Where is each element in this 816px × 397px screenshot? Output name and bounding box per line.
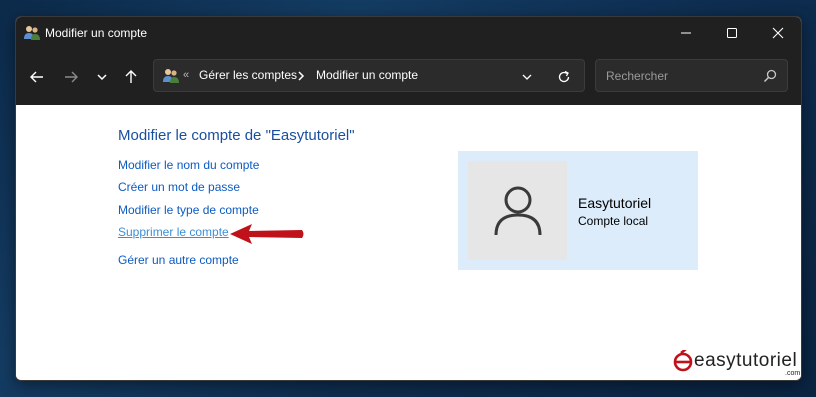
chevron-right-icon[interactable] xyxy=(296,69,306,87)
search-box[interactable] xyxy=(595,59,788,92)
change-account-type-link[interactable]: Modifier le type de compte xyxy=(118,203,259,217)
refresh-icon xyxy=(558,70,570,83)
close-icon xyxy=(772,27,784,39)
manage-another-account-link[interactable]: Gérer un autre compte xyxy=(118,253,239,267)
close-button[interactable] xyxy=(755,17,801,49)
logo-icon xyxy=(673,350,693,372)
watermark: easytutoriel .com xyxy=(672,350,800,377)
account-card: Easytutoriel Compte local xyxy=(458,151,698,270)
minimize-button[interactable] xyxy=(663,17,709,49)
watermark-text: easytutoriel xyxy=(694,350,798,371)
title-bar: Modifier un compte xyxy=(16,17,801,49)
window-title: Modifier un compte xyxy=(45,26,148,40)
arrow-up-icon xyxy=(125,70,137,83)
account-name: Easytutoriel xyxy=(578,195,652,211)
address-bar[interactable]: « Gérer les comptes Modifier un compte xyxy=(153,59,585,92)
address-history-button[interactable] xyxy=(519,69,535,85)
refresh-button[interactable] xyxy=(555,68,573,86)
rename-account-link[interactable]: Modifier le nom du compte xyxy=(118,158,259,172)
navigation-bar: « Gérer les comptes Modifier un compte xyxy=(16,49,801,105)
users-icon xyxy=(162,67,180,85)
chevron-down-icon xyxy=(97,74,107,81)
breadcrumb-modify-account[interactable]: Modifier un compte xyxy=(316,68,418,82)
minimize-icon xyxy=(681,32,691,34)
chevron-down-icon xyxy=(522,74,532,80)
breadcrumb-overflow[interactable]: « xyxy=(183,69,189,81)
search-input[interactable] xyxy=(596,60,776,91)
maximize-icon xyxy=(727,28,737,38)
back-button[interactable] xyxy=(25,65,49,89)
watermark-suffix: .com xyxy=(785,370,801,377)
arrow-right-icon xyxy=(65,71,78,83)
search-icon[interactable] xyxy=(762,68,778,84)
arrow-left-icon xyxy=(30,71,43,83)
create-password-link[interactable]: Créer un mot de passe xyxy=(118,180,240,194)
delete-account-link[interactable]: Supprimer le compte xyxy=(118,225,229,239)
content-area: Modifier le compte de "Easytutoriel" Mod… xyxy=(16,105,801,380)
recent-locations-button[interactable] xyxy=(90,65,114,89)
forward-button[interactable] xyxy=(59,65,83,89)
window: Modifier un compte « Gérer les comptes M… xyxy=(15,16,802,381)
user-icon xyxy=(494,186,541,235)
maximize-button[interactable] xyxy=(709,17,755,49)
account-type: Compte local xyxy=(578,214,649,228)
page-title: Modifier le compte de "Easytutoriel" xyxy=(118,127,355,144)
red-arrow-icon xyxy=(230,224,304,244)
users-icon xyxy=(23,24,41,42)
breadcrumb-manage-accounts[interactable]: Gérer les comptes xyxy=(199,68,297,82)
avatar xyxy=(468,161,567,260)
up-button[interactable] xyxy=(119,65,143,89)
